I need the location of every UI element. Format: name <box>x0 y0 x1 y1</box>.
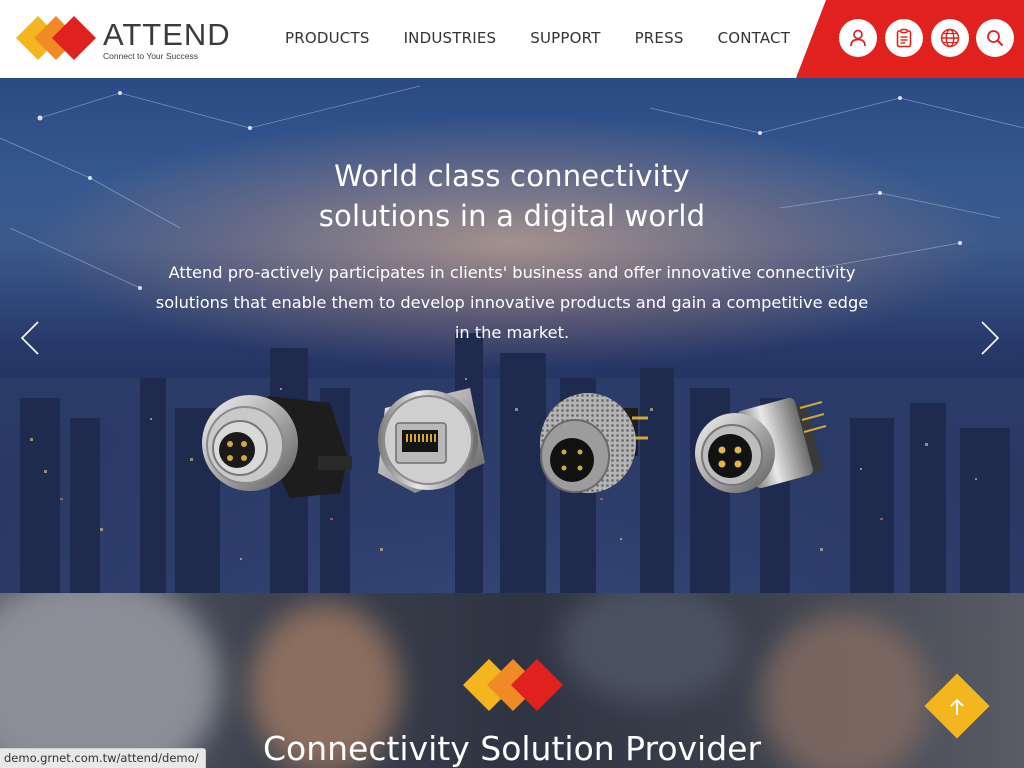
hero-slider: World class connectivity solutions in a … <box>0 78 1024 593</box>
browser-status-url: demo.grnet.com.tw/attend/demo/ <box>0 748 206 768</box>
nav-item-support[interactable]: SUPPORT <box>530 28 600 48</box>
product-connectors-image <box>202 388 827 498</box>
blurred-background-panel <box>560 593 740 703</box>
nav-item-products[interactable]: PRODUCTS <box>285 28 370 48</box>
user-icon <box>850 29 866 47</box>
connector-right-angle <box>202 395 352 498</box>
connector-knurled <box>540 393 648 493</box>
about-section: Connectivity Solution Provider <box>0 593 1024 768</box>
nav-item-contact[interactable]: CONTACT <box>718 28 791 48</box>
language-button[interactable] <box>931 19 969 57</box>
search-button[interactable] <box>976 19 1014 57</box>
account-button[interactable] <box>839 19 877 57</box>
connector-panel-mount <box>695 397 827 493</box>
nav-item-industries[interactable]: INDUSTRIES <box>404 28 497 48</box>
globe-icon <box>940 28 960 48</box>
clipboard-icon <box>896 28 912 48</box>
connector-rj45 <box>378 388 485 493</box>
inquiry-list-button[interactable] <box>885 19 923 57</box>
logo-diamonds-icon <box>16 16 96 60</box>
brand-tagline: Connect to Your Success <box>103 51 198 61</box>
brand-name: ATTEND <box>103 17 231 52</box>
brand-logo[interactable]: ATTEND Connect to Your Success <box>16 14 231 64</box>
logo-diamonds-icon <box>463 659 563 711</box>
arrow-up-icon <box>950 698 964 715</box>
nav-item-press[interactable]: PRESS <box>635 28 684 48</box>
search-icon <box>987 30 1004 47</box>
main-nav: PRODUCTS INDUSTRIES SUPPORT PRESS CONTAC… <box>285 28 824 48</box>
site-header: ATTEND Connect to Your Success PRODUCTS … <box>0 0 1024 78</box>
